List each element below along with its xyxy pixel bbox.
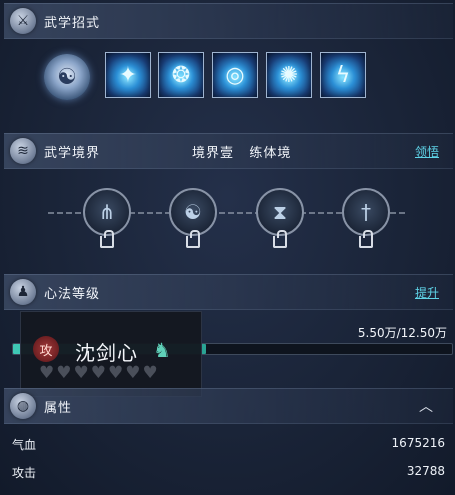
lightning-figure-icon[interactable]: ϟ bbox=[320, 52, 366, 98]
heart-method-tooltip: 攻 沈剑心 ♞ ♥ ♥ ♥ ♥ ♥ ♥ ♥ bbox=[20, 311, 202, 397]
attributes-title: 属性 bbox=[44, 400, 73, 416]
heart-icon: ♥ bbox=[39, 363, 55, 383]
realm-level-text: 境界壹 bbox=[192, 145, 235, 161]
attribute-value: 1675216 bbox=[391, 436, 445, 450]
yin-yang-icon[interactable]: ☯ bbox=[169, 188, 217, 236]
scroll-icon[interactable]: ☯ bbox=[44, 54, 90, 100]
heart-icon: ♥ bbox=[125, 363, 141, 383]
realm-level: 境界壹 练体境 bbox=[192, 142, 291, 161]
heart-icon: ♥ bbox=[56, 363, 72, 383]
upgrade-link[interactable]: 提升 bbox=[415, 284, 439, 301]
heart-method-progress-text: 5.50万/12.50万 bbox=[357, 326, 447, 340]
cloud-swirl-icon: ≋ bbox=[10, 138, 36, 164]
heart-rating: ♥ ♥ ♥ ♥ ♥ ♥ ♥ bbox=[39, 364, 158, 382]
skill-list: ☯ ✦ ❂ ◎ ✺ ϟ bbox=[0, 50, 455, 102]
comprehend-link[interactable]: 领悟 bbox=[415, 143, 439, 160]
lock-icon bbox=[273, 230, 287, 248]
attribute-row: 攻击 32788 bbox=[12, 464, 445, 481]
attributes-header: ◍ 属性 ︿ bbox=[4, 388, 453, 424]
spiral-strike-icon[interactable]: ✺ bbox=[266, 52, 312, 98]
blade-slash-icon[interactable]: ✦ bbox=[105, 52, 151, 98]
martial-moves-header: ⚔ 武学招式 bbox=[4, 3, 453, 39]
attribute-value: 32788 bbox=[406, 464, 445, 478]
heart-icon: ♥ bbox=[108, 363, 124, 383]
heart-icon: ♥ bbox=[90, 363, 106, 383]
whirlwind-icon[interactable]: ❂ bbox=[158, 52, 204, 98]
swordsman-icon: ♞ bbox=[153, 338, 171, 362]
sword-icon: ⚔ bbox=[10, 8, 36, 34]
attribute-label: 气血 bbox=[12, 438, 37, 452]
lock-icon bbox=[186, 230, 200, 248]
attribute-row: 气血 1675216 bbox=[12, 436, 445, 453]
hourglass-blade-icon[interactable]: ⧗ bbox=[256, 188, 304, 236]
droplet-icon: ◍ bbox=[10, 393, 36, 419]
martial-realm-title: 武学境界 bbox=[44, 145, 101, 161]
meditation-icon: ♟ bbox=[10, 279, 36, 305]
heart-method-header: ♟ 心法等级 提升 bbox=[4, 274, 453, 310]
ripple-icon[interactable]: ◎ bbox=[212, 52, 258, 98]
attribute-label: 攻击 bbox=[12, 466, 37, 480]
lock-icon bbox=[100, 230, 114, 248]
heart-icon: ♥ bbox=[73, 363, 89, 383]
chevron-up-icon[interactable]: ︿ bbox=[419, 396, 433, 416]
heart-icon: ♥ bbox=[142, 363, 158, 383]
blade-fan-icon[interactable]: ⋔ bbox=[83, 188, 131, 236]
attack-badge: 攻 bbox=[33, 336, 59, 362]
sword-emblem-icon[interactable]: † bbox=[342, 188, 390, 236]
martial-moves-title: 武学招式 bbox=[44, 15, 101, 31]
martial-realm-header: ≋ 武学境界 境界壹 练体境 领悟 bbox=[4, 133, 453, 169]
lock-icon bbox=[359, 230, 373, 248]
realm-stage-text: 练体境 bbox=[249, 145, 292, 161]
heart-method-title: 心法等级 bbox=[44, 286, 101, 302]
heart-method-name: 沈剑心 bbox=[75, 341, 138, 365]
